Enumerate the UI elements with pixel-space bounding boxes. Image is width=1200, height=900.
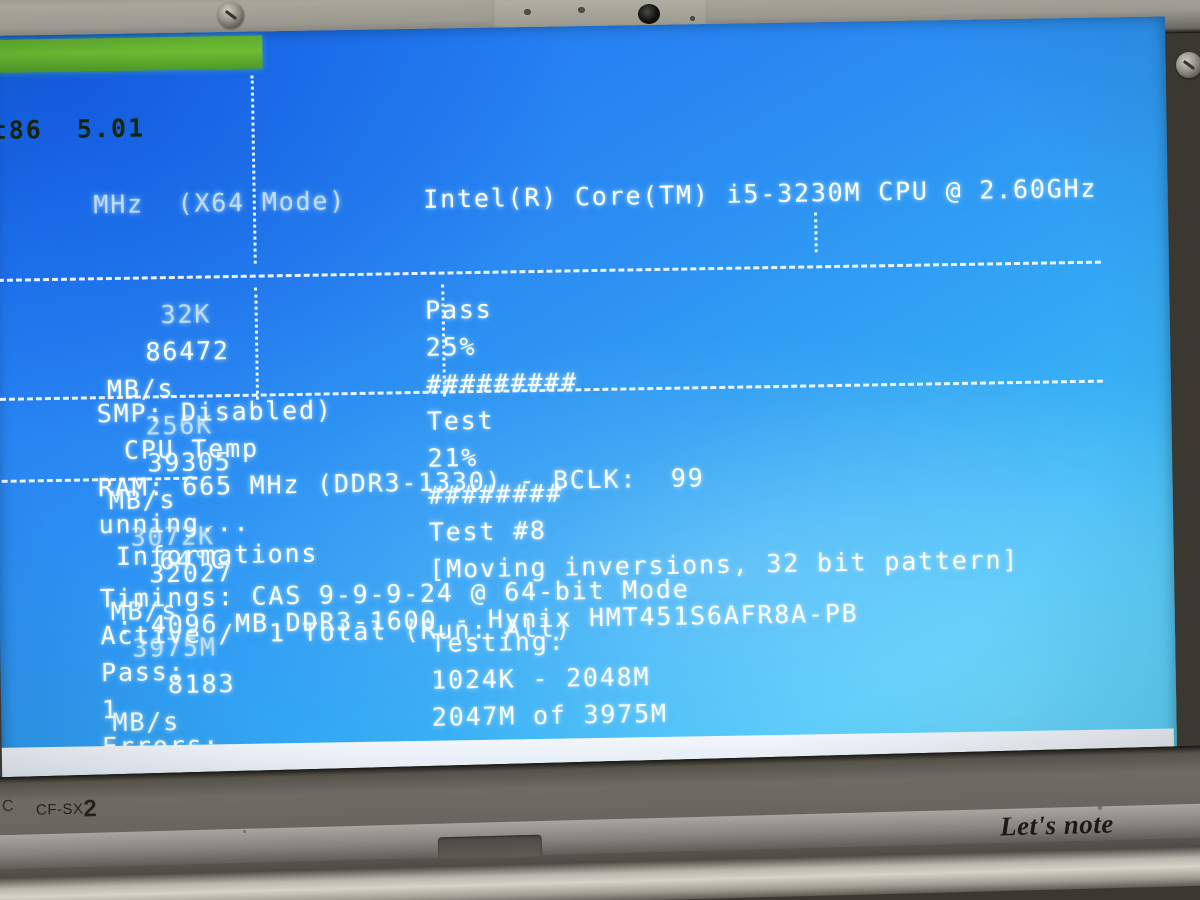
model-label: CF-SX2 [36, 795, 98, 825]
dust-speck [1098, 806, 1102, 810]
model-label-prefix: C [1, 797, 14, 816]
model-label-text: CF-SX [35, 800, 84, 819]
bezel-screw [1176, 52, 1200, 78]
laptop-photo: est86 5.01 MHz (X64 Mode) 32K 86472 MB/s… [0, 0, 1200, 900]
memtest-title-banner: est86 5.01 [0, 35, 263, 146]
spd-module-row: : 4096 MB DDR3-1600 - Hynix HMT451S6AFR8… [100, 598, 859, 641]
model-label-digit: 2 [83, 795, 98, 823]
pass-count-value: 1 [101, 694, 119, 725]
lid-latch [437, 834, 543, 860]
memtest-terminal: est86 5.01 MHz (X64 Mode) 32K 86472 MB/s… [0, 17, 1177, 788]
cpu-name: Intel(R) Core(TM) i5-3230M CPU @ 2.60GHz [423, 173, 1098, 214]
webcam-led-dot [689, 15, 696, 22]
dust-speck [243, 830, 246, 833]
webcam-sensor-dot [523, 8, 532, 16]
bezel-screw [218, 2, 244, 28]
spd-module-list: : 4096 MB DDR3-1600 - Hynix HMT451S6AFR8… [0, 484, 859, 684]
brand-label: Let's note [999, 808, 1115, 842]
webcam-mic-dot [577, 6, 586, 14]
lcd-screen: est86 5.01 MHz (X64 Mode) 32K 86472 MB/s… [0, 16, 1178, 788]
